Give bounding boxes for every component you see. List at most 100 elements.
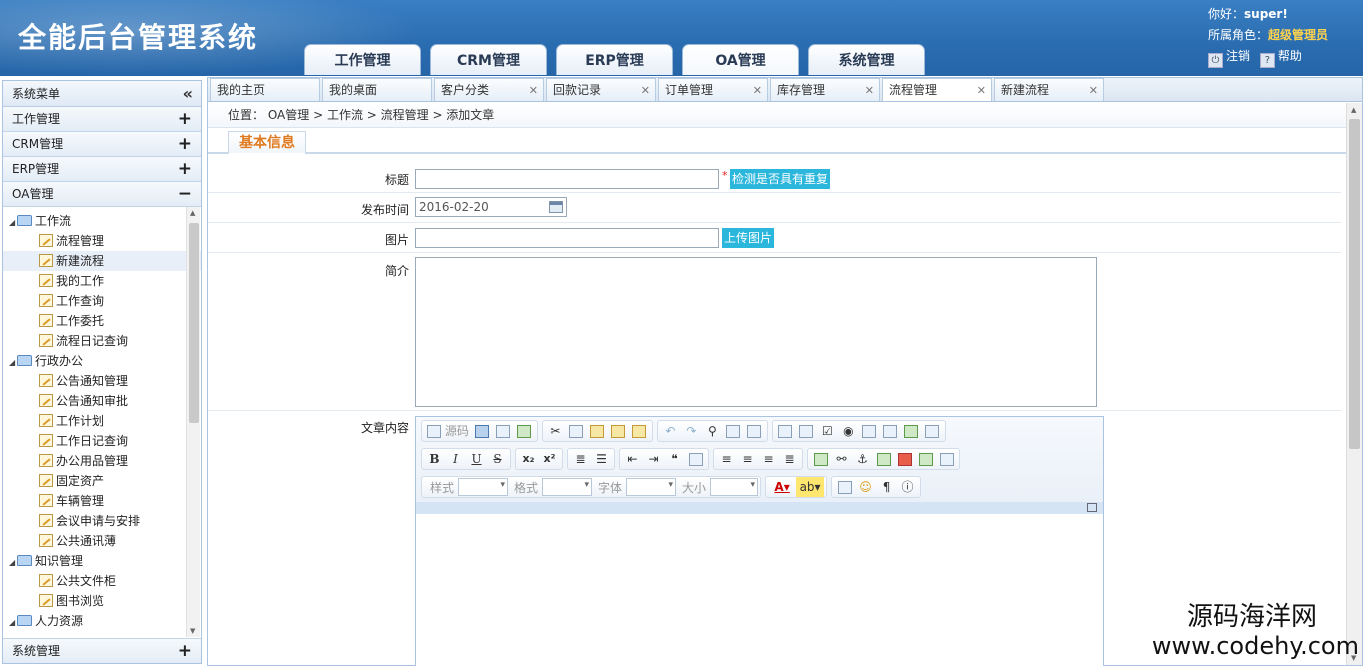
cut-button[interactable]: ✂ bbox=[545, 421, 566, 441]
tree-item[interactable]: 公共文件柜 bbox=[3, 571, 201, 591]
format-select[interactable] bbox=[542, 478, 593, 496]
undo-button[interactable]: ↶ bbox=[660, 421, 681, 441]
textfield-button[interactable] bbox=[859, 421, 880, 441]
sidebar-group-oa[interactable]: OA管理 − bbox=[3, 182, 201, 207]
copy-button[interactable] bbox=[566, 421, 587, 441]
content-scrollbar[interactable]: ▲ ▼ bbox=[1346, 103, 1362, 665]
tree-toggle-icon[interactable]: ◢ bbox=[9, 553, 17, 573]
strike-button[interactable]: S bbox=[487, 449, 508, 469]
tree-item[interactable]: 公告通知管理 bbox=[3, 371, 201, 391]
paste-word-button[interactable] bbox=[629, 421, 650, 441]
select-all-button[interactable] bbox=[796, 421, 817, 441]
tree-item[interactable]: 新建流程 bbox=[3, 251, 201, 271]
page-tab[interactable]: 我的主页 bbox=[210, 78, 320, 101]
italic-button[interactable]: I bbox=[445, 449, 466, 469]
subscript-button[interactable]: x₂ bbox=[518, 449, 539, 469]
source-button[interactable]: 源码 bbox=[424, 421, 472, 441]
text-color-button[interactable]: A▾ bbox=[768, 477, 796, 497]
close-icon[interactable]: ✕ bbox=[641, 79, 650, 102]
upload-image-button[interactable]: 上传图片 bbox=[722, 228, 775, 248]
numbered-list-button[interactable]: ≣ bbox=[570, 449, 591, 469]
find-button[interactable]: ⚲ bbox=[702, 421, 723, 441]
superscript-button[interactable]: x² bbox=[539, 449, 560, 469]
tree-item[interactable]: 工作查询 bbox=[3, 291, 201, 311]
close-icon[interactable]: ✕ bbox=[977, 79, 986, 102]
table-button[interactable] bbox=[915, 449, 936, 469]
tree-folder[interactable]: ◢ 工作流 bbox=[3, 211, 201, 231]
main-tab-work[interactable]: 工作管理 bbox=[304, 44, 421, 75]
scroll-up-icon[interactable]: ▲ bbox=[1351, 106, 1356, 114]
page-tab[interactable]: 流程管理 ✕ bbox=[882, 78, 992, 101]
tree-folder[interactable]: ◢ 知识管理 bbox=[3, 551, 201, 571]
sidebar-scroll-thumb[interactable] bbox=[189, 223, 199, 423]
align-left-button[interactable]: ≡ bbox=[716, 449, 737, 469]
main-tab-oa[interactable]: OA管理 bbox=[682, 44, 799, 75]
font-select[interactable] bbox=[626, 478, 677, 496]
check-duplicate-button[interactable]: 检测是否具有重复 bbox=[730, 169, 831, 189]
tree-item[interactable]: 公告通知审批 bbox=[3, 391, 201, 411]
title-input[interactable] bbox=[415, 169, 719, 189]
bold-button[interactable]: B bbox=[424, 449, 445, 469]
main-tab-system[interactable]: 系统管理 bbox=[808, 44, 925, 75]
size-select[interactable] bbox=[710, 478, 759, 496]
style-select[interactable] bbox=[458, 478, 509, 496]
help-link[interactable]: ? 帮助 bbox=[1259, 49, 1302, 68]
intro-textarea[interactable] bbox=[415, 257, 1097, 407]
image-button[interactable] bbox=[873, 449, 894, 469]
editor-body[interactable] bbox=[416, 514, 1103, 666]
outdent-button[interactable]: ⇤ bbox=[622, 449, 643, 469]
about-button[interactable]: ⓘ bbox=[897, 477, 918, 497]
collapse-sidebar-icon[interactable]: « bbox=[183, 81, 193, 107]
textarea-button[interactable] bbox=[880, 421, 901, 441]
align-right-button[interactable]: ≡ bbox=[758, 449, 779, 469]
tree-folder[interactable]: ◢ 人力资源 bbox=[3, 611, 201, 631]
paste-text-button[interactable] bbox=[608, 421, 629, 441]
image-button-tool[interactable] bbox=[901, 421, 922, 441]
smiley-button[interactable]: ☺ bbox=[855, 477, 876, 497]
calendar-icon[interactable] bbox=[549, 201, 563, 213]
unlink-button[interactable]: ⚯ bbox=[831, 449, 852, 469]
main-tab-erp[interactable]: ERP管理 bbox=[556, 44, 673, 75]
tree-item[interactable]: 图书浏览 bbox=[3, 591, 201, 611]
content-scroll-thumb[interactable] bbox=[1349, 119, 1360, 449]
maximize-icon[interactable] bbox=[1087, 503, 1097, 512]
date-input[interactable]: 2016-02-20 bbox=[415, 197, 567, 217]
close-icon[interactable]: ✕ bbox=[529, 79, 538, 102]
save-button[interactable] bbox=[472, 421, 493, 441]
scroll-up-icon[interactable]: ▲ bbox=[190, 209, 195, 217]
tree-item[interactable]: 我的工作 bbox=[3, 271, 201, 291]
tree-toggle-icon[interactable]: ◢ bbox=[9, 353, 17, 373]
scroll-down-icon[interactable]: ▼ bbox=[190, 627, 195, 635]
tab-basic-info[interactable]: 基本信息 bbox=[228, 131, 306, 155]
link-button[interactable] bbox=[810, 449, 831, 469]
templates-button[interactable] bbox=[514, 421, 535, 441]
tree-item[interactable]: 办公用品管理 bbox=[3, 451, 201, 471]
editor-collapse-bar[interactable] bbox=[416, 502, 1103, 514]
page-tab[interactable]: 新建流程 ✕ bbox=[994, 78, 1104, 101]
align-justify-button[interactable]: ≣ bbox=[779, 449, 800, 469]
hidden-field-button[interactable] bbox=[922, 421, 943, 441]
special-char-button[interactable]: ¶ bbox=[876, 477, 897, 497]
page-break-button[interactable] bbox=[936, 449, 957, 469]
tree-item[interactable]: 工作计划 bbox=[3, 411, 201, 431]
close-icon[interactable]: ✕ bbox=[1089, 79, 1098, 102]
tree-item[interactable]: 工作委托 bbox=[3, 311, 201, 331]
sidebar-group-crm[interactable]: CRM管理 + bbox=[3, 132, 201, 157]
sidebar-scrollbar[interactable]: ▲ ▼ bbox=[186, 207, 200, 637]
tree-item[interactable]: 工作日记查询 bbox=[3, 431, 201, 451]
tree-item[interactable]: 会议申请与安排 bbox=[3, 511, 201, 531]
redo-button[interactable]: ↷ bbox=[681, 421, 702, 441]
image-path-input[interactable] bbox=[415, 228, 719, 248]
main-tab-crm[interactable]: CRM管理 bbox=[430, 44, 547, 75]
anchor-button[interactable]: ⚓ bbox=[852, 449, 873, 469]
form-button[interactable] bbox=[775, 421, 796, 441]
tree-item[interactable]: 固定资产 bbox=[3, 471, 201, 491]
close-icon[interactable]: ✕ bbox=[753, 79, 762, 102]
align-center-button[interactable]: ≡ bbox=[737, 449, 758, 469]
page-tab[interactable]: 库存管理 ✕ bbox=[770, 78, 880, 101]
flash-button[interactable] bbox=[894, 449, 915, 469]
preview-button[interactable] bbox=[493, 421, 514, 441]
replace-button[interactable] bbox=[723, 421, 744, 441]
checkbox-button[interactable]: ☑ bbox=[817, 421, 838, 441]
horizontal-rule-button[interactable] bbox=[834, 477, 855, 497]
